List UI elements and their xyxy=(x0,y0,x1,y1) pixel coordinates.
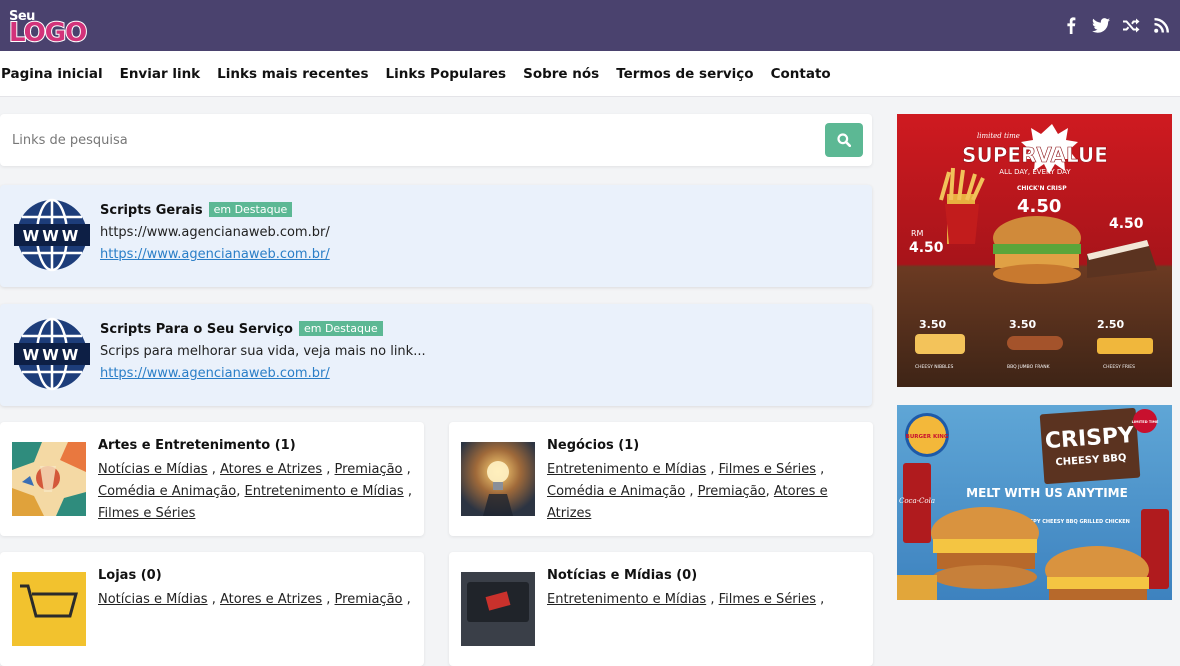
svg-text:BURGER KING: BURGER KING xyxy=(906,434,949,440)
svg-text:Coca-Cola: Coca-Cola xyxy=(899,497,935,505)
tag-separator: , xyxy=(816,462,825,477)
featured-title: Scripts Para o Seu Serviço em Destaque xyxy=(100,321,383,337)
featured-url-link[interactable]: https://www.agencianaweb.com.br/ xyxy=(100,247,330,262)
featured-link-card[interactable]: WWW Scripts Gerais em Destaque https://ww… xyxy=(0,185,872,287)
category-title[interactable]: Negócios (1) xyxy=(547,438,639,453)
category-card: Artes e Entretenimento (1) Notícias e Mí… xyxy=(0,422,424,536)
tag-separator: , xyxy=(207,462,220,477)
category-thumbnail-news[interactable] xyxy=(461,572,535,646)
category-title[interactable]: Notícias e Mídias (0) xyxy=(547,568,697,583)
category-tags: Notícias e Mídias , Atores e Atrizes , P… xyxy=(98,459,416,525)
ad1-price-chick: 4.50 xyxy=(1017,196,1061,217)
ad1-name-frank: BBQ JUMBO FRANK xyxy=(1007,364,1051,370)
main-nav: Pagina inicial Enviar link Links mais re… xyxy=(0,51,1180,97)
random-icon[interactable] xyxy=(1122,17,1140,35)
globe-label: WWW xyxy=(23,346,82,364)
nav-item-recent-links[interactable]: Links mais recentes xyxy=(217,66,368,82)
search-input[interactable] xyxy=(0,114,800,166)
nav-item-submit-link[interactable]: Enviar link xyxy=(120,66,201,82)
ad1-price-cheesy-fries: 2.50 xyxy=(1097,318,1124,331)
ad1-price-pie: 4.50 xyxy=(1109,216,1144,232)
category-tag-link[interactable]: Filmes e Séries xyxy=(98,506,195,521)
nav-item-about[interactable]: Sobre nós xyxy=(523,66,599,82)
social-links xyxy=(1062,17,1170,35)
ad1-price-fries: 4.50 xyxy=(909,240,944,256)
category-tag-link[interactable]: Premiação xyxy=(698,484,766,499)
category-card: Negócios (1) Entretenimento e Mídias , F… xyxy=(449,422,873,536)
burger-illustration xyxy=(993,216,1081,284)
category-tags: Entretenimento e Mídias , Filmes e Série… xyxy=(547,459,865,525)
tag-separator: , xyxy=(402,462,411,477)
category-thumbnail-arts[interactable] xyxy=(12,442,86,516)
category-title[interactable]: Lojas (0) xyxy=(98,568,162,583)
tag-separator: , xyxy=(236,484,245,499)
category-tag-link[interactable]: Notícias e Mídias xyxy=(98,462,208,477)
nav-item-popular-links[interactable]: Links Populares xyxy=(386,66,507,82)
tag-separator: , xyxy=(706,462,719,477)
www-globe-icon: WWW xyxy=(14,316,90,396)
site-logo[interactable]: Seu LOGO xyxy=(6,6,88,48)
featured-description: Scrips para melhorar sua vida, veja mais… xyxy=(100,344,426,359)
category-thumbnail-business[interactable] xyxy=(461,442,535,516)
top-bar: Seu LOGO xyxy=(0,0,1180,51)
featured-badge: em Destaque xyxy=(298,321,383,336)
ad2-product: CRISPY CHEESY BBQ GRILLED CHICKEN xyxy=(1020,519,1130,525)
facebook-icon[interactable] xyxy=(1062,17,1080,35)
category-tag-link[interactable]: Filmes e Séries xyxy=(719,462,816,477)
ad1-price-nibbles: 3.50 xyxy=(919,318,946,331)
ad2-tag: LIMITED TIME xyxy=(1132,420,1159,424)
nav-item-contact[interactable]: Contato xyxy=(771,66,831,82)
category-title[interactable]: Artes e Entretenimento (1) xyxy=(98,438,296,453)
advertisement-banner[interactable]: limited time SUPERVALUE ALL DAY, EVERY D… xyxy=(897,114,1172,387)
featured-description: https://www.agencianaweb.com.br/ xyxy=(100,225,330,240)
search-button[interactable] xyxy=(825,123,863,157)
nav-item-terms[interactable]: Termos de serviço xyxy=(616,66,753,82)
nav-item-home[interactable]: Pagina inicial xyxy=(1,66,103,82)
ad1-sub: ALL DAY, EVERY DAY xyxy=(999,168,1071,176)
tag-separator: , xyxy=(403,484,412,499)
featured-title: Scripts Gerais em Destaque xyxy=(100,202,293,218)
twitter-icon[interactable] xyxy=(1092,17,1110,35)
tag-separator: , xyxy=(685,484,698,499)
featured-url-link[interactable]: https://www.agencianaweb.com.br/ xyxy=(100,366,330,381)
category-tag-link[interactable]: Entretenimento e Mídias xyxy=(245,484,404,499)
tag-separator: , xyxy=(765,484,774,499)
featured-link-card[interactable]: WWW Scripts Para o Seu Serviço em Destaqu… xyxy=(0,304,872,406)
globe-label: WWW xyxy=(23,227,82,245)
ad1-kicker: limited time xyxy=(977,132,1020,140)
featured-badge: em Destaque xyxy=(208,202,293,217)
category-tag-link[interactable]: Comédia e Animação xyxy=(98,484,236,499)
category-tag-link[interactable]: Entretenimento e Mídias xyxy=(547,462,706,477)
rss-icon[interactable] xyxy=(1152,17,1170,35)
search-bar xyxy=(0,114,872,166)
category-tag-link[interactable]: Atores e Atrizes xyxy=(220,462,322,477)
tag-separator: , xyxy=(322,462,335,477)
ad2-slogan: MELT WITH US ANYTIME xyxy=(966,486,1128,500)
category-card: Lojas (0) Notícias e Mídias , Atores e A… xyxy=(0,552,424,666)
burger-king-logo: BURGER KING xyxy=(905,413,949,457)
ad1-name-nibbles: CHEESY NIBBLES xyxy=(915,364,953,370)
category-tag-link[interactable]: Comédia e Animação xyxy=(547,484,685,499)
ad1-price-frank: 3.50 xyxy=(1009,318,1036,331)
search-icon xyxy=(837,133,851,147)
category-thumbnail-shops[interactable] xyxy=(12,572,86,646)
advertisement-banner[interactable]: BURGER KING CRISPY CHEESY BBQ LIMITED TI… xyxy=(897,405,1172,600)
category-tag-link[interactable]: Premiação xyxy=(335,462,403,477)
logo-text: LOGO xyxy=(8,17,88,48)
ad1-headline: SUPERVALUE xyxy=(962,143,1108,167)
category-tags: Notícias e Mídias , Atores e Atrizes , P… xyxy=(98,589,416,611)
www-globe-icon: WWW xyxy=(14,197,90,277)
ad1-name-cheesy-fries: CHEESY FRIES xyxy=(1103,364,1135,370)
ad1-currency: RM xyxy=(911,229,924,238)
category-card: Notícias e Mídias (0) Entretenimento e M… xyxy=(449,552,873,666)
ad1-label-chick: CHICK'N CRISP xyxy=(1017,185,1067,192)
category-tags: Entretenimento e Mídias , Filmes e Série… xyxy=(547,589,865,611)
